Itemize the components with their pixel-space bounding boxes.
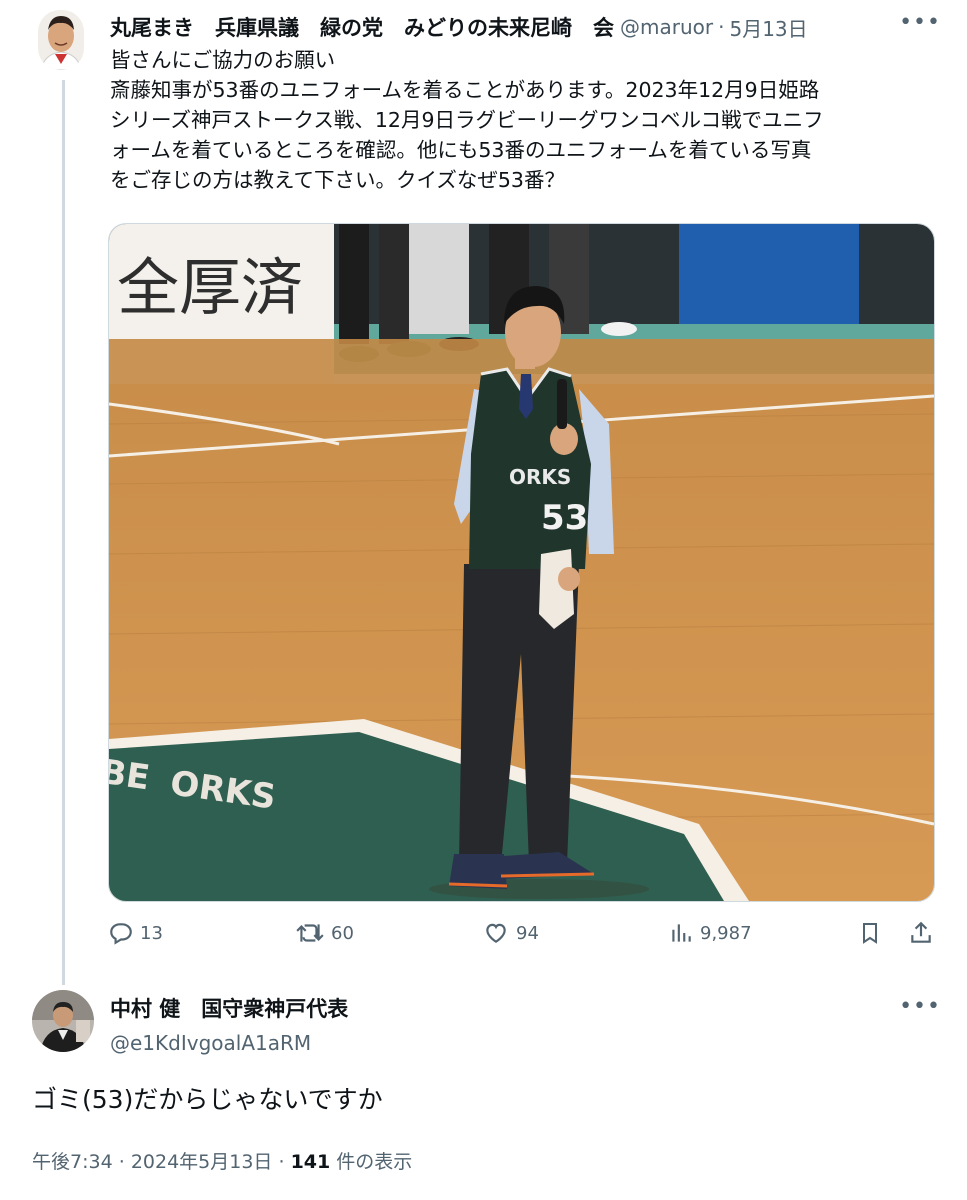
author-avatar[interactable]: [38, 10, 84, 70]
reply-count: 13: [140, 922, 163, 944]
separator-dot: ·: [718, 15, 725, 39]
like-button[interactable]: 94: [482, 920, 539, 946]
tweet-text-line: シリーズ神戸ストークス戦、12月9日ラグビーリーグワンコベルコ戦でユニフ: [110, 108, 824, 132]
tweet-text-line: 斎藤知事が53番のユニフォームを着ることがあります。2023年12月9日姫路: [110, 78, 820, 102]
retweet-count: 60: [331, 922, 354, 944]
court-text-1: BE: [109, 752, 152, 798]
reply-text: ゴミ(53)だからじゃないですか: [32, 1085, 383, 1114]
bookmark-icon: [863, 923, 877, 944]
retweet-icon: [296, 924, 324, 942]
reply-author-handle[interactable]: @e1KdIvgoalA1aRM: [110, 1031, 348, 1055]
author-name[interactable]: 丸尾まき 兵庫県議 緑の党 みどりの未来尼崎 会: [110, 12, 614, 42]
more-icon[interactable]: •••: [899, 994, 941, 1019]
reply-views-label: 件の表示: [336, 1151, 413, 1173]
retweet-button[interactable]: 60: [295, 920, 354, 946]
banner-text: 全厚済: [117, 255, 303, 323]
author-handle[interactable]: @maruor: [620, 15, 713, 39]
tweet-date[interactable]: 5月13日: [729, 13, 807, 42]
reply-author-avatar[interactable]: [32, 990, 94, 1052]
meta-dot: ·: [118, 1151, 125, 1173]
views-count: 9,987: [700, 922, 752, 944]
reply-date[interactable]: 2024年5月13日: [131, 1151, 273, 1173]
bookmark-button[interactable]: [858, 920, 888, 946]
views-icon: [672, 924, 691, 942]
reply-icon: [110, 923, 132, 945]
reply-button[interactable]: 13: [108, 920, 163, 946]
like-count: 94: [516, 922, 539, 944]
tweet-text-line: 皆さんにご協力のお願い: [110, 48, 336, 72]
thread-line: [62, 80, 65, 985]
tweet-actions: 13 60 94 9,987: [108, 920, 938, 956]
like-icon: [486, 923, 506, 943]
reply-author-name[interactable]: 中村 健 国守衆神戸代表: [110, 993, 348, 1023]
reply-views-count: 141: [290, 1151, 331, 1173]
reply-header: 中村 健 国守衆神戸代表 @e1KdIvgoalA1aRM: [110, 993, 348, 1055]
tweet-photo[interactable]: 全厚済 BE ORKS ORKS 53: [108, 223, 935, 902]
views-button[interactable]: 9,987: [668, 920, 752, 946]
jersey-number: 53: [541, 498, 588, 538]
meta-dot: ·: [278, 1151, 285, 1173]
jersey-text: ORKS: [509, 465, 571, 489]
share-button[interactable]: [908, 920, 940, 946]
reply-time[interactable]: 午後7:34: [32, 1151, 113, 1173]
tweet-text: 皆さんにご協力のお願い 斎藤知事が53番のユニフォームを着ることがあります。20…: [110, 45, 940, 195]
tweet-text-line: をご存じの方は教えて下さい。クイズなぜ53番？: [110, 168, 565, 192]
tweet-header: 丸尾まき 兵庫県議 緑の党 みどりの未来尼崎 会 @maruor · 5月13日: [110, 12, 947, 42]
share-icon: [911, 921, 931, 943]
more-icon[interactable]: •••: [899, 10, 941, 35]
tweet-text-line: ォームを着ているところを確認。他にも53番のユニフォームを着ている写真: [110, 138, 812, 162]
reply-meta: 午後7:34 · 2024年5月13日 · 141 件の表示: [32, 1147, 412, 1174]
